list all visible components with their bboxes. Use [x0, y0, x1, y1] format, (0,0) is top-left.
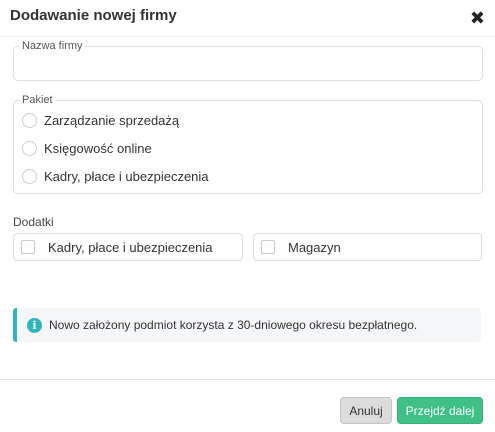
- package-label: Pakiet: [20, 94, 55, 106]
- radio-button[interactable]: [22, 168, 37, 184]
- add-company-dialog: Dodawanie nowej firmy ✖ Nazwa firmy Paki…: [0, 0, 495, 431]
- close-icon[interactable]: ✖: [470, 9, 485, 27]
- company-name-field[interactable]: Nazwa firmy: [13, 40, 483, 81]
- addon-warehouse[interactable]: Magazyn: [253, 233, 482, 261]
- info-banner: i Nowo założony podmiot korzysta z 30-dn…: [13, 308, 481, 342]
- package-group: Pakiet Zarządzanie sprzedażą Księgowość …: [13, 94, 483, 194]
- package-option-hr-payroll[interactable]: Kadry, płace i ubezpieczenia: [22, 166, 209, 186]
- package-option-label: Księgowość online: [44, 140, 152, 156]
- addons-label: Dodatki: [13, 215, 54, 229]
- addon-hr-payroll[interactable]: Kadry, płace i ubezpieczenia: [13, 233, 243, 261]
- package-option-label: Kadry, płace i ubezpieczenia: [44, 168, 209, 184]
- info-text: Nowo założony podmiot korzysta z 30-dnio…: [49, 318, 418, 332]
- dialog-title: Dodawanie nowej firmy: [10, 7, 177, 24]
- company-name-label: Nazwa firmy: [20, 40, 85, 52]
- package-option-label: Zarządzanie sprzedażą: [44, 112, 180, 128]
- dialog-header: Dodawanie nowej firmy ✖: [0, 0, 495, 37]
- next-button[interactable]: Przejdź dalej: [397, 397, 483, 424]
- addon-label: Kadry, płace i ubezpieczenia: [48, 239, 213, 255]
- radio-button[interactable]: [22, 140, 37, 156]
- addon-label: Magazyn: [288, 239, 341, 255]
- dialog-footer: Anuluj Przejdź dalej: [0, 379, 495, 432]
- cancel-button[interactable]: Anuluj: [340, 397, 392, 424]
- package-option-sales[interactable]: Zarządzanie sprzedażą: [22, 110, 179, 130]
- checkbox[interactable]: [261, 240, 275, 254]
- info-icon: i: [27, 317, 42, 333]
- package-option-accounting[interactable]: Księgowość online: [22, 138, 152, 158]
- radio-button[interactable]: [22, 112, 37, 128]
- checkbox[interactable]: [21, 240, 35, 254]
